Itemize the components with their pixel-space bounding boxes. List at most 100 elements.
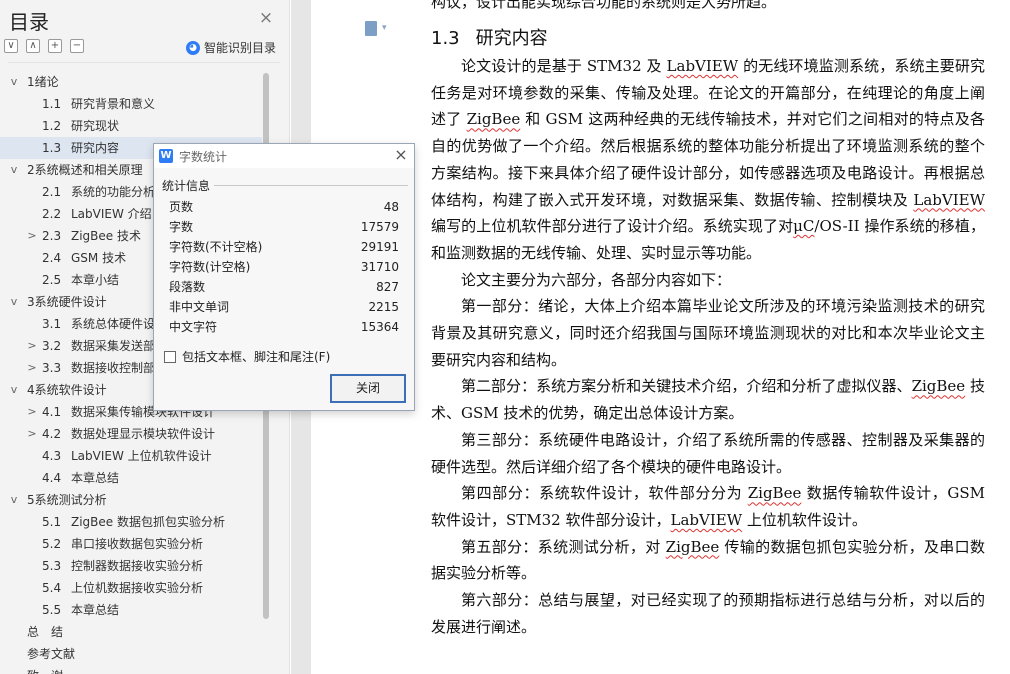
stat-label: 非中文单词 <box>169 300 230 314</box>
include-textbox-checkbox[interactable]: 包括文本框、脚注和尾注(F) <box>164 348 330 365</box>
collapse-all-button[interactable]: ∨ <box>4 39 18 53</box>
toc-item-label: ZigBee 数据包抓包实验分析 <box>71 515 225 529</box>
chevron-down-icon[interactable]: ▾ <box>382 23 387 33</box>
spellcheck-flagged-word: ZigBee <box>747 484 802 503</box>
close-dialog-button[interactable]: 关闭 <box>330 374 406 403</box>
chevron-right-icon[interactable]: > <box>26 357 38 379</box>
toc-item-label: GSM 技术 <box>71 251 127 265</box>
toc-item-label: 1绪论 <box>27 75 59 89</box>
body-paragraph: 论文设计的是基于 STM32 及 LabVIEW 的无线环境监测系统，系统主要研… <box>431 53 985 267</box>
toc-item-label: 致 谢 <box>27 665 63 674</box>
chevron-right-icon[interactable]: > <box>26 225 38 247</box>
close-icon[interactable]: × <box>392 146 410 164</box>
toc-item-label: 3系统硬件设计 <box>27 295 107 309</box>
chevron-down-icon[interactable]: v <box>8 71 20 93</box>
toc-item[interactable]: 总 结 <box>0 621 262 643</box>
toc-item-number: 3.1 <box>42 317 62 331</box>
toc-divider <box>8 62 280 63</box>
stat-row: 段落数 827 <box>169 277 399 297</box>
text-run: 第二部分：系统方案分析和关键技术介绍，介绍和分析了虚拟仪器、 <box>461 377 912 396</box>
toc-item-number: 2.4 <box>42 251 62 265</box>
stat-row: 页数 48 <box>169 197 399 217</box>
toc-item-label: 研究现状 <box>71 119 120 133</box>
text-run: 第三部分：系统硬件电路设计，介绍了系统所需的传感器、控制器及采集器的硬件选型。然… <box>431 430 985 476</box>
smart-toc-label: 智能识别目录 <box>204 41 277 55</box>
smart-toc-icon: ◕ <box>186 40 200 55</box>
stats-divider <box>214 185 408 186</box>
toc-item-number: 5.4 <box>42 581 62 595</box>
toc-item[interactable]: 致 谢 <box>0 665 262 674</box>
spellcheck-flagged-word: ZigBee <box>466 110 521 129</box>
dialog-title: 字数统计 <box>179 150 228 164</box>
toc-item-number: 4.2 <box>42 427 62 441</box>
toc-item-label: 本章总结 <box>71 603 120 617</box>
remove-heading-button[interactable]: − <box>70 39 84 53</box>
checkbox-box[interactable] <box>164 350 176 363</box>
toc-item-label: LabVIEW 上位机软件设计 <box>71 449 212 463</box>
text-run: 论文主要分为六部分，各部分内容如下： <box>461 270 732 289</box>
text-run: 第四部分：系统软件设计，软件部分分为 <box>461 484 748 503</box>
toc-item[interactable]: 1.2 研究现状 <box>0 115 262 137</box>
smart-toc-button[interactable]: ◕ 智能识别目录 <box>186 39 276 56</box>
body-paragraph: 第三部分：系统硬件电路设计，介绍了系统所需的传感器、控制器及采集器的硬件选型。然… <box>431 427 985 480</box>
document-page: ▾ 构议，设计出能实现综合功能的系统则是大势所趋。 1.3 研究内容 论文设计的是… <box>311 0 1010 674</box>
chevron-right-icon[interactable]: > <box>26 423 38 445</box>
stat-row: 字符数(计空格) 31710 <box>169 257 399 277</box>
toc-item-label: 2系统概述和相关原理 <box>27 163 143 177</box>
toc-item-label: 参考文献 <box>27 647 76 661</box>
expand-all-button[interactable]: ∧ <box>26 39 40 53</box>
toc-item[interactable]: v 5系统测试分析 <box>0 489 262 511</box>
toc-item[interactable]: 4.4 本章总结 <box>0 467 262 489</box>
spellcheck-flagged-word: ZigBee <box>911 377 966 396</box>
section-heading: 1.3 研究内容 <box>431 24 548 50</box>
toc-item[interactable]: >4.2 数据处理显示模块软件设计 <box>0 423 262 445</box>
section-number: 1.3 <box>431 28 460 49</box>
toc-item[interactable]: 1.1 研究背景和意义 <box>0 93 262 115</box>
stats-list: 页数 48 字数 17579 字符数(不计空格) 29191 字符数(计空格) 31710 段落… <box>169 197 399 337</box>
chevron-down-icon[interactable]: v <box>8 159 20 181</box>
toc-item-label: 总 结 <box>27 625 64 639</box>
close-icon[interactable]: × <box>258 10 274 27</box>
toc-item[interactable]: 4.3 LabVIEW 上位机软件设计 <box>0 445 262 467</box>
stat-row: 非中文单词 2215 <box>169 297 399 317</box>
toc-item[interactable]: 5.2 串口接收数据包实验分析 <box>0 533 262 555</box>
stat-row: 字符数(不计空格) 29191 <box>169 237 399 257</box>
stat-label: 中文字符 <box>169 320 218 334</box>
chevron-down-icon[interactable]: v <box>8 489 20 511</box>
add-heading-button[interactable]: + <box>48 39 62 53</box>
toc-item[interactable]: 参考文献 <box>0 643 262 665</box>
toc-item-number: 5.3 <box>42 559 62 573</box>
stat-row: 中文字符 15364 <box>169 317 399 337</box>
chevron-right-icon[interactable]: > <box>26 335 38 357</box>
section-title: 研究内容 <box>475 28 548 49</box>
text-run: 上位机软件设计。 <box>742 510 867 529</box>
spellcheck-flagged-word: ZigBee <box>665 537 720 556</box>
body-paragraph: 论文主要分为六部分，各部分内容如下： <box>431 267 985 294</box>
toc-item[interactable]: 5.1 ZigBee 数据包抓包实验分析 <box>0 511 262 533</box>
toc-toolbar: ∨ ∧ + − <box>4 39 84 53</box>
dialog-titlebar[interactable]: W 字数统计 × <box>154 144 414 168</box>
document-icon[interactable] <box>365 21 377 36</box>
stat-row: 字数 17579 <box>169 217 399 237</box>
app-icon: W <box>159 149 173 163</box>
chevron-down-icon[interactable]: v <box>8 379 20 401</box>
chevron-right-icon[interactable]: > <box>26 401 38 423</box>
toc-title: 目录 <box>9 10 49 34</box>
toc-item[interactable]: 5.5 本章总结 <box>0 599 262 621</box>
previous-paragraph-text: 构议，设计出能实现综合功能的系统则是大势所趋。 <box>431 0 777 11</box>
toc-item-number: 3.2 <box>42 339 62 353</box>
stat-label: 字符数(计空格) <box>169 260 251 274</box>
toc-item-number: 4.1 <box>42 405 62 419</box>
stat-value: 48 <box>383 200 399 214</box>
toc-item-label: 控制器数据接收实验分析 <box>71 559 204 573</box>
text-run: 第一部分：绪论，大体上介绍本篇毕业论文所涉及的环境污染监测技术的研究背景及其研究… <box>431 297 985 369</box>
toc-item[interactable]: 5.4 上位机数据接收实验分析 <box>0 577 262 599</box>
document-body[interactable]: 论文设计的是基于 STM32 及 LabVIEW 的无线环境监测系统，系统主要研… <box>431 53 985 640</box>
toc-item-label: 5系统测试分析 <box>27 493 107 507</box>
toc-item[interactable]: v 1绪论 <box>0 71 262 93</box>
toc-item-number: 2.1 <box>42 185 62 199</box>
chevron-down-icon[interactable]: v <box>8 291 20 313</box>
toc-item-number: 4.4 <box>42 471 62 485</box>
toc-item-label: ZigBee 技术 <box>71 229 141 243</box>
toc-item[interactable]: 5.3 控制器数据接收实验分析 <box>0 555 262 577</box>
